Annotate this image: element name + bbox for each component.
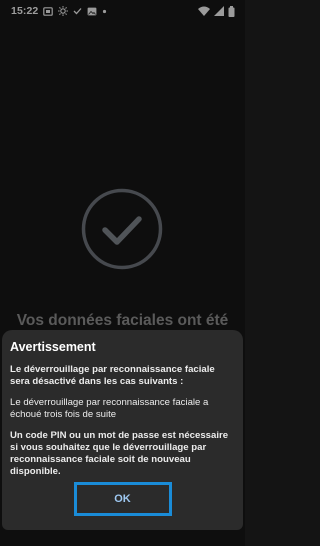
dialog-title: Avertissement bbox=[10, 340, 96, 354]
dialog-actions: OK bbox=[2, 482, 243, 516]
warning-dialog: Avertissement Le déverrouillage par reco… bbox=[2, 330, 243, 530]
screen: 15:22 Vos données faciales ont été Avert… bbox=[0, 0, 245, 546]
dialog-intro: Le déverrouillage par reconnaissance fac… bbox=[10, 364, 215, 387]
dialog-note: Un code PIN ou un mot de passe est néces… bbox=[10, 430, 229, 477]
ok-button[interactable]: OK bbox=[73, 482, 172, 516]
dialog-condition: Le déverrouillage par reconnaissance fac… bbox=[10, 397, 209, 420]
